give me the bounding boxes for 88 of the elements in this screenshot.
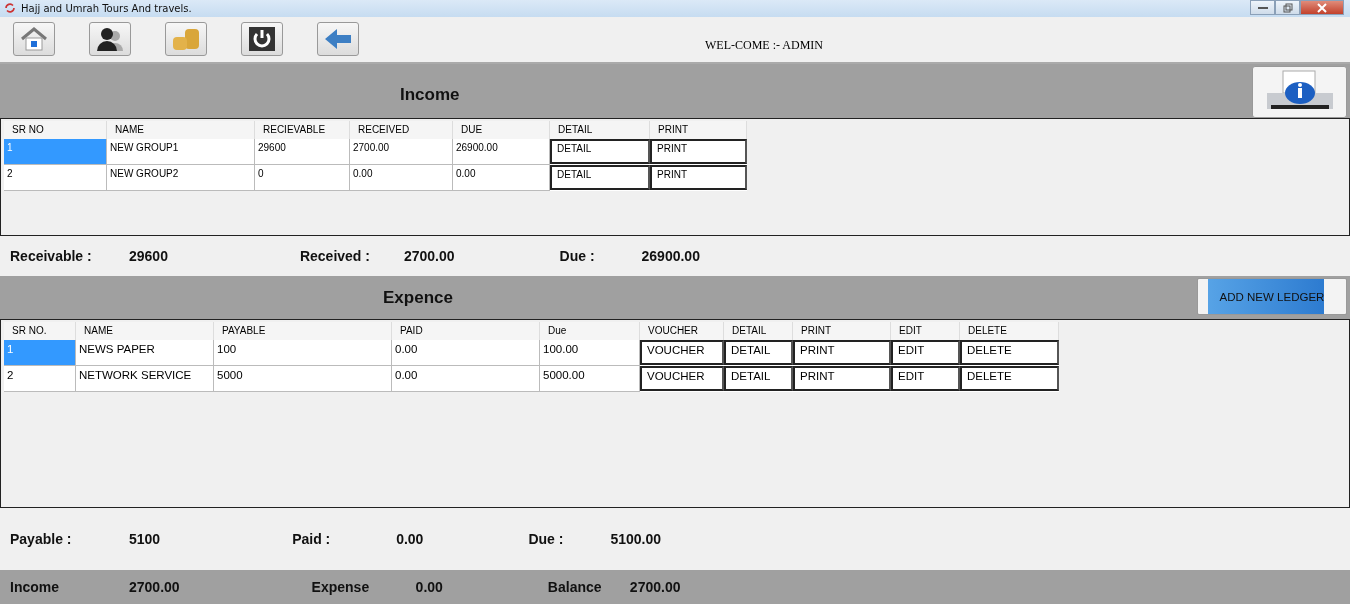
column-header: VOUCHER <box>640 321 724 340</box>
power-icon <box>247 26 277 53</box>
column-header: DETAIL <box>724 321 793 340</box>
total-value: 0.00 <box>415 579 443 596</box>
grid-button[interactable]: DELETE <box>960 339 1059 365</box>
column-header: DETAIL <box>550 121 650 140</box>
table-cell: NETWORK SERVICE <box>76 365 214 392</box>
column-header: PRINT <box>650 121 747 140</box>
table-cell: 0.00 <box>453 165 550 192</box>
summary-label: Paid : <box>292 530 332 547</box>
close-button[interactable] <box>1300 0 1344 15</box>
column-header: NAME <box>76 321 214 340</box>
summary-value: 5100.00 <box>610 530 661 547</box>
column-header: NAME <box>107 121 255 140</box>
summary-value: 0.00 <box>396 530 424 547</box>
welcome-text: WEL-COME :- ADMIN <box>705 37 823 53</box>
table-cell: 5000 <box>214 365 392 392</box>
total-value: 2700.00 <box>629 579 681 596</box>
close-icon <box>1317 2 1327 13</box>
home-button[interactable] <box>13 22 55 57</box>
summary-value: 29600 <box>129 248 168 265</box>
users-icon <box>95 26 125 53</box>
coins-button[interactable] <box>165 22 207 57</box>
window-title: Hajj and Umrah Tours And travels. <box>21 2 192 14</box>
grid-button[interactable]: EDIT <box>891 339 960 365</box>
summary-value: 2700.00 <box>403 248 455 265</box>
grid-button[interactable]: EDIT <box>891 365 960 391</box>
summary-value: 26900.00 <box>641 248 700 265</box>
grid-button[interactable]: DETAIL <box>724 365 793 391</box>
grid-button[interactable]: PRINT <box>650 139 747 165</box>
coins-icon <box>171 26 201 53</box>
column-header: PRINT <box>793 321 891 340</box>
add-ledger-button[interactable]: ADD NEW LEDGER <box>1197 278 1347 316</box>
summary-label: Received : <box>299 248 371 265</box>
column-header: RECIEVABLE <box>255 121 350 140</box>
column-header: RECEIVED <box>350 121 453 140</box>
table-cell: 5000.00 <box>540 365 640 392</box>
grid-button[interactable]: DELETE <box>960 365 1059 391</box>
grid-button[interactable]: VOUCHER <box>640 339 724 365</box>
column-header: PAID <box>392 321 540 340</box>
table-cell: NEWS PAPER <box>76 339 214 366</box>
grid-button[interactable]: VOUCHER <box>640 365 724 391</box>
column-header: DELETE <box>960 321 1059 340</box>
expense-title: Expence <box>383 287 453 308</box>
grid-button[interactable]: PRINT <box>793 339 891 365</box>
table-cell: 0.00 <box>392 365 540 392</box>
summary-label: Payable : <box>10 530 73 547</box>
restore-button[interactable] <box>1275 0 1300 15</box>
back-button[interactable] <box>317 22 359 57</box>
minimize-button[interactable] <box>1250 0 1275 15</box>
table-cell[interactable]: 2 <box>4 365 76 392</box>
power-button[interactable] <box>241 22 283 57</box>
column-header: EDIT <box>891 321 960 340</box>
table-cell: 0.00 <box>350 165 453 192</box>
house-icon <box>19 26 49 53</box>
table-cell: 29600 <box>255 139 350 166</box>
grid-button[interactable]: DETAIL <box>550 165 650 191</box>
table-cell[interactable]: 2 <box>4 165 107 192</box>
table-cell: 100.00 <box>540 339 640 366</box>
table-cell: NEW GROUP1 <box>107 139 255 166</box>
total-label: Balance <box>547 579 603 596</box>
column-header: Due <box>540 321 640 340</box>
table-cell: NEW GROUP2 <box>107 165 255 192</box>
table-cell: 26900.00 <box>453 139 550 166</box>
grid-button[interactable]: DETAIL <box>724 339 793 365</box>
column-header: PAYABLE <box>214 321 392 340</box>
summary-label: Due : <box>559 248 596 265</box>
table-cell: 2700.00 <box>350 139 453 166</box>
total-value: 2700.00 <box>129 579 180 596</box>
column-header: SR NO <box>4 121 107 140</box>
total-label: Expense <box>311 579 371 596</box>
summary-value: 5100 <box>129 530 161 547</box>
grid-button[interactable]: PRINT <box>793 365 891 391</box>
summary-label: Due : <box>528 530 565 547</box>
summary-label: Receivable : <box>10 248 93 265</box>
table-cell: 0 <box>255 165 350 192</box>
column-header: SR NO. <box>4 321 76 340</box>
restore-icon <box>1282 2 1293 13</box>
column-header: DUE <box>453 121 550 140</box>
income-title: Income <box>400 84 460 105</box>
table-cell: 0.00 <box>392 339 540 366</box>
refresh-arrows-icon <box>4 2 16 15</box>
total-label: Income <box>10 579 60 596</box>
grid-button[interactable]: DETAIL <box>550 139 650 165</box>
users-button[interactable] <box>89 22 131 57</box>
print-info-button[interactable] <box>1252 65 1347 118</box>
table-cell: 100 <box>214 339 392 366</box>
grid-button[interactable]: PRINT <box>650 165 747 191</box>
